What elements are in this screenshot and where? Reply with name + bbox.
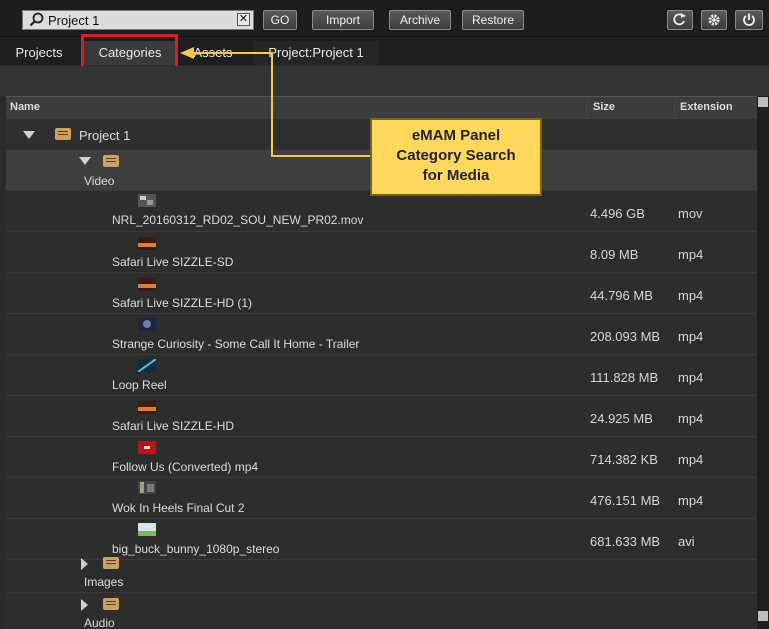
asset-size: 476.151 MB (590, 493, 661, 508)
thumbnail-icon (138, 237, 156, 250)
table-row-category-audio[interactable]: Audio (6, 593, 757, 629)
settings-gear-icon (708, 14, 720, 26)
collapse-arrow-icon[interactable] (79, 157, 91, 165)
asset-name: Safari Live SIZZLE-SD (112, 255, 234, 269)
asset-extension: mp4 (678, 247, 704, 262)
folder-icon (103, 557, 119, 569)
asset-name: Wok In Heels Final Cut 2 (112, 501, 245, 515)
folder-icon (103, 155, 119, 167)
asset-name: Safari Live SIZZLE-HD (1) (112, 296, 253, 310)
category-label: Images (84, 575, 124, 589)
asset-size: 8.09 MB (590, 247, 639, 262)
thumbnail-icon (138, 441, 156, 454)
callout-line-2: Category Search (396, 147, 516, 164)
asset-extension: avi (678, 534, 695, 549)
scroll-down-arrow-icon[interactable] (758, 611, 768, 621)
category-label: Video (84, 174, 115, 188)
category-label: Audio (84, 616, 115, 629)
column-header-size[interactable]: Size (593, 96, 615, 118)
expand-arrow-icon[interactable] (81, 558, 88, 570)
asset-extension: mp4 (678, 452, 704, 467)
folder-icon (103, 598, 119, 610)
callout-line-1: eMAM Panel (411, 127, 501, 144)
thumbnail-icon (138, 481, 156, 494)
asset-extension: mp4 (678, 411, 704, 426)
power-icon (743, 13, 755, 26)
table-row[interactable]: Loop Reel 111.828 MB mp4 (6, 355, 757, 396)
settings-button[interactable] (701, 10, 727, 30)
refresh-button[interactable] (667, 10, 693, 30)
asset-name: Follow Us (Converted) mp4 (112, 460, 259, 474)
asset-name: Strange Curiosity - Some Call It Home - … (112, 337, 360, 351)
thumbnail-icon (138, 401, 156, 414)
table-row[interactable]: Safari Live SIZZLE-HD (1) 44.796 MB mp4 (6, 273, 757, 314)
clear-search-icon[interactable]: ✕ (237, 13, 250, 26)
table-row[interactable]: Follow Us (Converted) mp4 714.382 KB mp4 (6, 437, 757, 478)
project-name: Project 1 (79, 128, 131, 143)
asset-extension: mp4 (678, 329, 704, 344)
table-header (6, 96, 757, 120)
asset-size: 24.925 MB (590, 411, 653, 426)
asset-size: 208.093 MB (590, 329, 661, 344)
collapse-arrow-icon[interactable] (23, 131, 35, 139)
asset-extension: mp4 (678, 370, 704, 385)
callout-connector (180, 47, 370, 157)
asset-size: 44.796 MB (590, 288, 653, 303)
import-button[interactable]: Import (312, 10, 374, 30)
annotation-callout: eMAM Panel Category Search for Media (370, 118, 542, 196)
table-row[interactable]: Safari Live SIZZLE-HD 24.925 MB mp4 (6, 396, 757, 437)
refresh-icon (673, 13, 686, 26)
go-button[interactable]: GO (263, 10, 297, 30)
thumbnail-icon (138, 278, 156, 291)
thumbnail-icon (138, 523, 156, 536)
asset-name: Loop Reel (112, 378, 167, 392)
folder-icon (55, 128, 71, 140)
asset-extension: mp4 (678, 493, 704, 508)
expand-arrow-icon[interactable] (81, 599, 88, 611)
thumbnail-icon (138, 194, 156, 207)
table-row[interactable]: Wok In Heels Final Cut 2 476.151 MB mp4 (6, 478, 757, 519)
asset-size: 4.496 GB (590, 206, 645, 221)
search-icon (29, 12, 44, 27)
search-field[interactable]: Project 1 ✕ (22, 10, 254, 30)
archive-button[interactable]: Archive (389, 10, 451, 30)
restore-button[interactable]: Restore (462, 10, 524, 30)
table-row[interactable]: Safari Live SIZZLE-SD 8.09 MB mp4 (6, 232, 757, 273)
column-header-extension[interactable]: Extension (680, 96, 733, 118)
tab-projects[interactable]: Projects (7, 41, 71, 65)
search-input-value[interactable]: Project 1 (48, 12, 99, 29)
asset-size: 681.633 MB (590, 534, 661, 549)
table-row[interactable]: NRL_20160312_RD02_SOU_NEW_PR02.mov 4.496… (6, 191, 757, 232)
panel-spacer (0, 66, 769, 96)
asset-extension: mov (678, 206, 703, 221)
column-header-name[interactable]: Name (10, 96, 40, 118)
asset-name: NRL_20160312_RD02_SOU_NEW_PR02.mov (112, 213, 364, 227)
asset-name: Safari Live SIZZLE-HD (112, 419, 235, 433)
power-button[interactable] (735, 10, 763, 30)
asset-extension: mp4 (678, 288, 704, 303)
scroll-up-arrow-icon[interactable] (758, 97, 768, 107)
table-row-category-images[interactable]: Images (6, 552, 757, 593)
callout-line-3: for Media (422, 167, 490, 184)
asset-size: 714.382 KB (590, 452, 658, 467)
thumbnail-icon (138, 318, 156, 331)
asset-size: 111.828 MB (590, 370, 659, 385)
vertical-scrollbar[interactable] (757, 96, 769, 629)
thumbnail-icon (138, 359, 156, 372)
table-row[interactable]: Strange Curiosity - Some Call It Home - … (6, 314, 757, 355)
